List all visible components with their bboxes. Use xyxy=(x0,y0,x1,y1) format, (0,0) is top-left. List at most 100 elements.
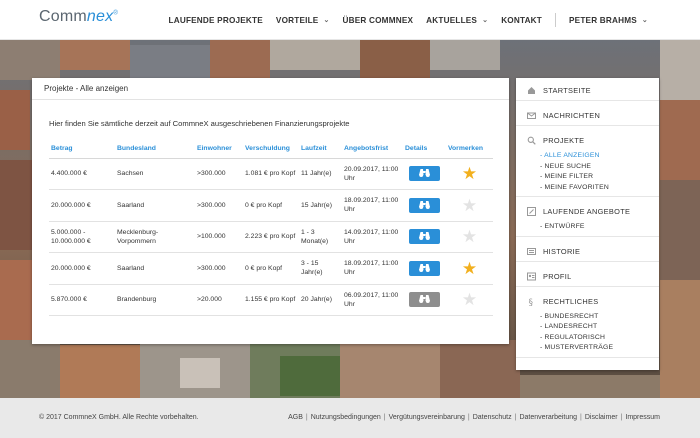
cell-laufzeit: 3 - 15 Jahr(e) xyxy=(299,252,342,285)
sidebar-item[interactable]: STARTSEITE xyxy=(516,80,659,101)
nav-label: KONTAKT xyxy=(501,15,543,25)
sidebar-subitem[interactable]: - BUNDESRECHT xyxy=(516,312,659,323)
column-header[interactable]: Laufzeit xyxy=(299,140,342,159)
star-icon[interactable]: ★ xyxy=(462,165,477,182)
city-rooftop xyxy=(280,356,340,396)
cell-einwohner: >300.000 xyxy=(195,252,243,285)
star-icon[interactable]: ★ xyxy=(462,291,477,308)
sidebar-subitem[interactable]: - ALLE ANZEIGEN xyxy=(516,151,659,162)
footer-link[interactable]: AGB xyxy=(288,414,303,421)
cell-laufzeit: 1 - 3 Monat(e) xyxy=(299,221,342,253)
sidebar-subitem[interactable]: - REGULATORISCH xyxy=(516,333,659,344)
column-header[interactable]: Bundesland xyxy=(115,140,195,159)
nav-label: ÜBER COMMNEX xyxy=(342,15,414,25)
sidebar-subitem[interactable]: - MUSTERVERTRÄGE xyxy=(516,343,659,354)
user-menu[interactable]: PETER BRAHMS ⌄ xyxy=(569,16,648,25)
cell-laufzeit: 20 Jahr(e) xyxy=(299,284,342,316)
sidebar-section: STARTSEITE xyxy=(516,80,659,101)
sidebar-item-label: STARTSEITE xyxy=(543,86,591,95)
edit-icon xyxy=(527,207,536,216)
logo-text-b: nex xyxy=(86,8,114,25)
cell-betrag: 4.400.000 € xyxy=(49,158,115,190)
cell-bundesland: Saarland xyxy=(115,252,195,285)
details-button[interactable] xyxy=(409,260,440,276)
sidebar-item-label: HISTORIE xyxy=(543,246,581,256)
cell-frist: 18.09.2017, 11:00 Uhr xyxy=(342,252,403,285)
column-header[interactable]: Betrag xyxy=(49,140,115,159)
cell-details xyxy=(403,252,446,285)
column-header[interactable]: Einwohner xyxy=(195,140,243,159)
column-header[interactable]: Verschuldung xyxy=(243,140,299,159)
sidebar-item[interactable]: PROJEKTE xyxy=(516,130,659,151)
sidebar-section: PROFIL xyxy=(516,266,659,287)
footer-link[interactable]: Datenverarbeitung xyxy=(519,414,577,421)
city-rooftop xyxy=(180,358,220,388)
sidebar-item[interactable]: § RECHTLICHES xyxy=(516,291,659,312)
chevron-down-icon: ⌄ xyxy=(641,17,648,24)
nav-label: VORTEILE xyxy=(275,15,319,25)
table-row: 20.000.000 € Saarland >300.000 0 € pro Kopf… xyxy=(49,189,493,222)
column-header[interactable]: Vormerken xyxy=(446,140,493,159)
paragraph-icon: § xyxy=(527,297,536,306)
sidebar-section: PROJEKTE - ALLE ANZEIGEN - NEUE SUCHE - MEI… xyxy=(516,130,659,197)
details-button[interactable] xyxy=(409,197,440,213)
sidebar-item[interactable]: PROFIL xyxy=(516,266,659,287)
binoculars-icon xyxy=(418,293,431,306)
footer-divider: | xyxy=(514,414,517,421)
footer-divider: | xyxy=(580,414,582,421)
star-icon[interactable]: ★ xyxy=(462,260,477,277)
svg-text:§: § xyxy=(529,298,534,306)
cell-frist: 14.09.2017, 11:00 Uhr xyxy=(342,221,403,253)
footer-link[interactable]: Nutzungsbedingungen xyxy=(311,414,381,421)
cell-details xyxy=(403,221,446,253)
panel-title: Projekte - Alle anzeigen xyxy=(32,78,509,100)
details-button[interactable] xyxy=(409,229,440,245)
city-rooftop xyxy=(60,345,140,398)
city-rooftop xyxy=(440,340,520,398)
footer-link[interactable]: Impressum xyxy=(625,414,660,421)
footer-divider: | xyxy=(383,414,386,421)
nav-item-2[interactable]: ÜBER COMMNEX xyxy=(343,16,414,25)
nav-item-3[interactable]: AKTUELLES ⌄ xyxy=(426,16,488,25)
nav-item-4[interactable]: KONTAKT xyxy=(501,16,542,25)
footer-link[interactable]: Datenschutz xyxy=(473,414,512,421)
nav-divider xyxy=(555,13,557,27)
cell-einwohner: >300.000 xyxy=(195,158,243,190)
city-rooftop xyxy=(0,40,60,80)
sidebar-subitem[interactable]: - ENTWÜRFE xyxy=(516,222,659,233)
binoculars-icon xyxy=(418,230,431,243)
sidebar-subitem[interactable]: - MEINE FILTER xyxy=(516,172,659,183)
cell-bundesland: Brandenburg xyxy=(115,284,195,316)
star-icon[interactable]: ★ xyxy=(462,228,477,245)
nav-item-0[interactable]: LAUFENDE PROJEKTE xyxy=(169,16,263,25)
city-rooftop xyxy=(660,100,700,180)
sidebar-item[interactable]: LAUFENDE ANGEBOTE xyxy=(516,201,659,222)
city-rooftop xyxy=(660,280,700,398)
star-icon[interactable]: ★ xyxy=(462,197,477,214)
sidebar-section: § RECHTLICHES - BUNDESRECHT - LANDESRECHT - … xyxy=(516,291,659,358)
city-rooftop xyxy=(430,40,500,70)
column-header[interactable]: Angebotsfrist xyxy=(342,140,403,159)
footer-link[interactable]: Disclaimer xyxy=(585,414,618,421)
cell-verschuldung: 0 € pro Kopf xyxy=(243,252,299,285)
sidebar-subitem[interactable]: - LANDESRECHT xyxy=(516,322,659,333)
nav-item-1[interactable]: VORTEILE ⌄ xyxy=(276,16,330,25)
details-button[interactable] xyxy=(409,292,440,308)
details-button[interactable] xyxy=(409,166,440,182)
cell-laufzeit: 11 Jahr(e) xyxy=(299,158,342,190)
chevron-down-icon: ⌄ xyxy=(482,17,489,24)
sidebar-subitem[interactable]: - MEINE FAVORITEN xyxy=(516,183,659,194)
sidebar-item[interactable]: HISTORIE xyxy=(516,241,659,262)
sidebar-section: NACHRICHTEN xyxy=(516,105,659,126)
city-rooftop xyxy=(0,90,30,150)
commnex-logo[interactable]: Commnex® xyxy=(39,8,118,26)
copyright-text: © 2017 CommneX GmbH. Alle Rechte vorbeha… xyxy=(39,414,199,421)
city-rooftop xyxy=(0,260,32,340)
panel-intro: Hier finden Sie sämtliche derzeit auf Co… xyxy=(49,119,350,128)
sidebar-subitem[interactable]: - NEUE SUCHE xyxy=(516,162,659,173)
column-header[interactable]: Details xyxy=(403,140,446,159)
city-rooftop xyxy=(130,45,210,80)
footer-link[interactable]: Vergütungsvereinbarung xyxy=(389,414,465,421)
cell-bookmark: ★ xyxy=(446,284,493,316)
sidebar-item[interactable]: NACHRICHTEN xyxy=(516,105,659,126)
